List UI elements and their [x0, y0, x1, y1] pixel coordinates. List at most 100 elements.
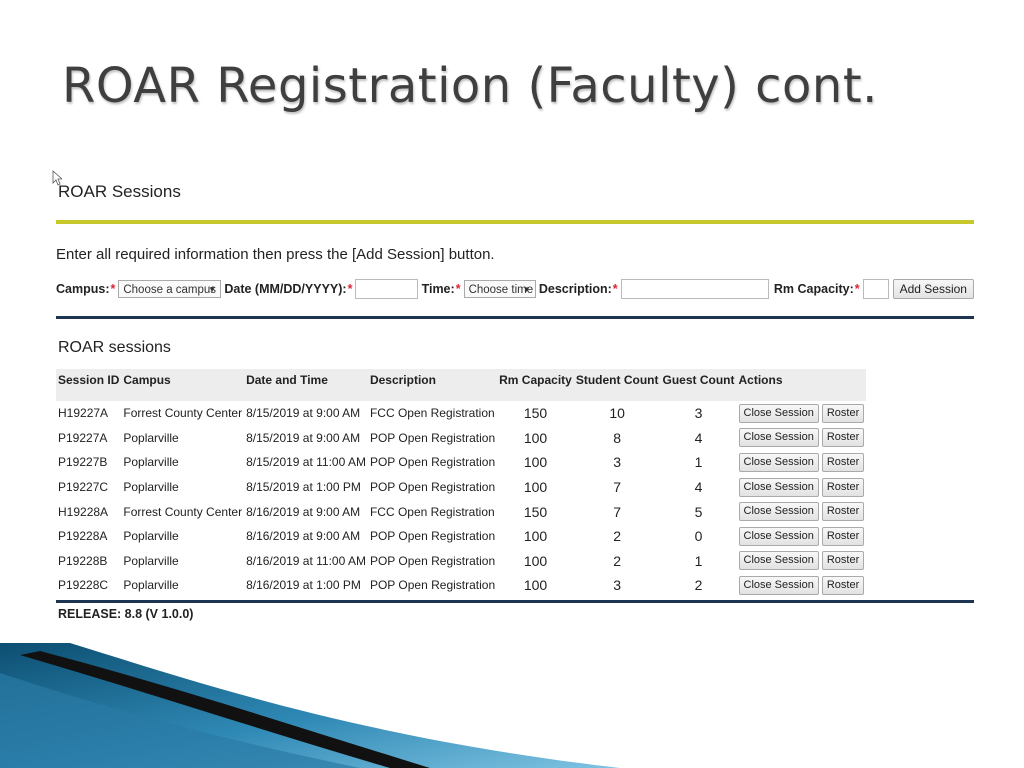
actions-cell: Close Session Roster	[737, 549, 867, 574]
guest-count-cell: 4	[694, 479, 703, 496]
datetime-cell: 8/16/2019 at 1:00 PM	[246, 578, 361, 593]
description-cell: POP Open Registration	[369, 430, 496, 445]
panel-heading: ROAR Sessions	[58, 182, 181, 201]
capacity-cell: 150	[523, 405, 548, 422]
description-cell: POP Open Registration	[369, 455, 496, 470]
table-row: P19228C Poplarville 8/16/2019 at 1:00 PM PO…	[56, 573, 866, 598]
add-session-button[interactable]: Add Session	[892, 279, 974, 299]
guest-count-cell: 5	[694, 503, 703, 520]
description-label: Description:	[538, 282, 612, 296]
column-header: Guest Count	[660, 369, 737, 401]
description-cell: POP Open Registration	[369, 529, 496, 544]
required-mark: *	[110, 282, 116, 296]
close-session-button[interactable]: Close Session	[738, 428, 819, 448]
column-header: Student Count	[573, 369, 661, 401]
guest-count-cell: 1	[694, 454, 703, 471]
close-session-button[interactable]: Close Session	[738, 403, 819, 423]
capacity-cell: 100	[523, 552, 548, 569]
required-mark: *	[455, 282, 461, 296]
session-id-cell: P19228C	[58, 578, 109, 593]
datetime-cell: 8/16/2019 at 9:00 AM	[246, 529, 361, 544]
datetime-cell: 8/16/2019 at 9:00 AM	[246, 504, 361, 519]
campus-cell: Forrest County Center	[123, 406, 243, 421]
required-mark: *	[612, 282, 618, 296]
student-count-cell: 2	[613, 552, 622, 569]
session-id-cell: P19227B	[58, 455, 108, 470]
student-count-cell: 10	[609, 405, 625, 422]
close-session-button[interactable]: Close Session	[738, 477, 819, 497]
sessions-heading: ROAR sessions	[58, 339, 171, 356]
description-input[interactable]	[620, 279, 769, 299]
roster-button[interactable]: Roster	[821, 452, 865, 472]
student-count-cell: 7	[613, 503, 622, 520]
table-row: P19227C Poplarville 8/15/2019 at 1:00 PM PO…	[56, 475, 866, 500]
roster-button[interactable]: Roster	[821, 477, 865, 497]
slide-title: ROAR Registration (Faculty) cont.	[62, 58, 878, 114]
actions-cell: Close Session Roster	[737, 426, 867, 451]
table-row: H19228A Forrest County Center 8/16/2019 at…	[56, 499, 866, 524]
close-session-button[interactable]: Close Session	[738, 526, 819, 546]
datetime-cell: 8/15/2019 at 9:00 AM	[246, 430, 361, 445]
guest-count-cell: 2	[694, 577, 703, 594]
campus-select-value: Choose a campus	[123, 284, 217, 296]
close-session-button[interactable]: Close Session	[738, 575, 819, 595]
datetime-cell: 8/16/2019 at 11:00 AM	[246, 553, 366, 568]
student-count-cell: 3	[613, 454, 622, 471]
actions-cell: Close Session Roster	[737, 524, 867, 549]
table-row: P19227B Poplarville 8/15/2019 at 11:00 AM P…	[56, 450, 866, 475]
column-header: Session ID	[56, 369, 122, 401]
capacity-label: Rm Capacity:	[773, 282, 854, 296]
roar-sessions-panel: ROAR Sessions Enter all required informa…	[56, 178, 974, 621]
campus-cell: Forrest County Center	[123, 504, 243, 519]
dropdown-arrow-icon: ▼	[208, 285, 217, 294]
time-label: Time:	[421, 282, 455, 296]
roster-button[interactable]: Roster	[821, 502, 865, 522]
roster-button[interactable]: Roster	[821, 526, 865, 546]
guest-count-cell: 4	[694, 429, 703, 446]
divider	[56, 316, 974, 319]
required-mark: *	[854, 282, 860, 296]
capacity-cell: 100	[523, 429, 548, 446]
datetime-cell: 8/15/2019 at 11:00 AM	[246, 455, 366, 470]
capacity-cell: 100	[523, 577, 548, 594]
campus-cell: Poplarville	[123, 529, 179, 544]
roster-button[interactable]: Roster	[821, 575, 865, 595]
actions-cell: Close Session Roster	[737, 401, 867, 426]
instructions-text: Enter all required information then pres…	[56, 246, 495, 263]
description-cell: POP Open Registration	[369, 553, 496, 568]
capacity-cell: 150	[523, 503, 548, 520]
column-header: Actions	[736, 369, 867, 401]
close-session-button[interactable]: Close Session	[738, 502, 819, 522]
capacity-cell: 100	[523, 528, 548, 545]
campus-cell: Poplarville	[123, 455, 179, 470]
table-row: P19228A Poplarville 8/16/2019 at 9:00 AM PO…	[56, 524, 866, 549]
roster-button[interactable]: Roster	[821, 551, 865, 571]
campus-cell: Poplarville	[123, 578, 179, 593]
table-row: P19228B Poplarville 8/16/2019 at 11:00 AM P…	[56, 549, 866, 574]
capacity-input[interactable]	[862, 279, 890, 299]
date-input[interactable]	[355, 279, 419, 299]
table-header-row: Session ID Campus Date and Time Descript…	[56, 369, 867, 401]
campus-cell: Poplarville	[123, 430, 179, 445]
capacity-cell: 100	[523, 479, 548, 496]
roster-button[interactable]: Roster	[821, 403, 865, 423]
close-session-button[interactable]: Close Session	[738, 551, 819, 571]
table-row: H19227A Forrest County Center 8/15/2019 at…	[56, 401, 866, 426]
student-count-cell: 7	[613, 479, 622, 496]
time-select[interactable]: Choose time ▼	[463, 280, 536, 298]
session-id-cell: P19227C	[58, 480, 109, 495]
actions-cell: Close Session Roster	[737, 475, 867, 500]
table-row: P19227A Poplarville 8/15/2019 at 9:00 AM PO…	[56, 426, 866, 451]
column-header: Description	[367, 369, 498, 401]
roster-button[interactable]: Roster	[821, 428, 865, 448]
actions-cell: Close Session Roster	[737, 573, 867, 598]
sessions-table: Session ID Campus Date and Time Descript…	[56, 369, 867, 598]
description-cell: FCC Open Registration	[369, 504, 495, 519]
student-count-cell: 3	[613, 577, 622, 594]
description-cell: POP Open Registration	[369, 578, 496, 593]
campus-select[interactable]: Choose a campus ▼	[118, 280, 222, 298]
session-id-cell: P19227A	[58, 430, 108, 445]
close-session-button[interactable]: Close Session	[738, 452, 819, 472]
campus-cell: Poplarville	[123, 553, 179, 568]
guest-count-cell: 0	[694, 528, 703, 545]
